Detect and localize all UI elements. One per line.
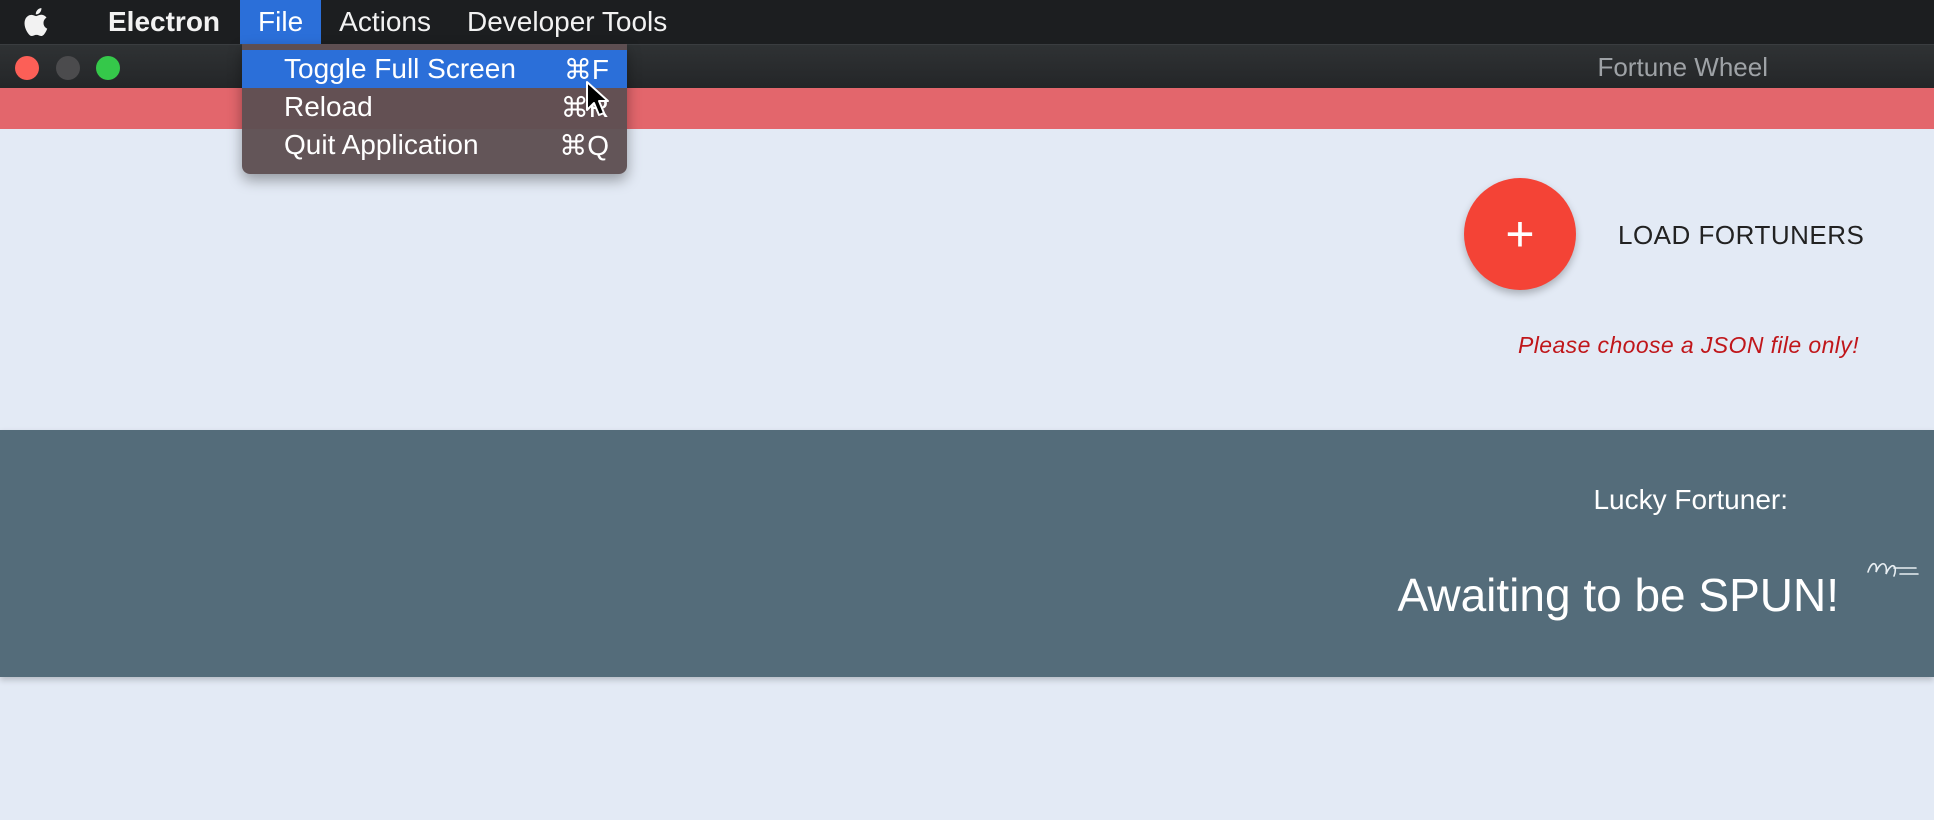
scribble-icon	[1864, 550, 1920, 589]
mouse-cursor-icon	[585, 80, 609, 123]
menu-item-toggle-full-screen[interactable]: Toggle Full Screen ⌘F	[242, 50, 627, 88]
menu-item-quit-application[interactable]: Quit Application ⌘Q	[242, 126, 627, 164]
file-menu-dropdown: Toggle Full Screen ⌘F Reload ⌘R Quit App…	[242, 44, 627, 174]
menu-item-shortcut: ⌘Q	[559, 129, 609, 161]
menu-developer-tools[interactable]: Developer Tools	[449, 0, 685, 44]
plus-icon: +	[1505, 206, 1535, 262]
load-fortuners-button[interactable]: +	[1464, 178, 1576, 290]
menu-item-label: Quit Application	[284, 129, 479, 160]
menu-item-reload[interactable]: Reload ⌘R	[242, 88, 627, 126]
lucky-fortuner-label: Lucky Fortuner:	[1593, 484, 1788, 515]
window-title: Fortune Wheel	[1597, 52, 1768, 82]
apple-icon[interactable]	[0, 0, 70, 44]
menu-file[interactable]: File	[240, 0, 322, 44]
lucky-fortuner-value: Awaiting to be SPUN!	[1397, 569, 1840, 621]
close-window-button[interactable]	[15, 56, 39, 80]
result-panel: Lucky Fortuner: Awaiting to be SPUN!	[0, 430, 1934, 677]
minimize-window-button[interactable]	[56, 56, 80, 80]
menu-bar: Electron File Actions Developer Tools	[0, 0, 1934, 44]
menu-item-label: Reload	[284, 91, 373, 122]
menu-actions[interactable]: Actions	[321, 0, 449, 44]
menu-item-label: Toggle Full Screen	[284, 53, 516, 84]
menu-app-name[interactable]: Electron	[70, 0, 240, 44]
maximize-window-button[interactable]	[96, 56, 120, 80]
json-file-warning: Please choose a JSON file only!	[1518, 332, 1859, 358]
load-fortuners-label[interactable]: LOAD FORTUNERS	[1618, 220, 1864, 251]
